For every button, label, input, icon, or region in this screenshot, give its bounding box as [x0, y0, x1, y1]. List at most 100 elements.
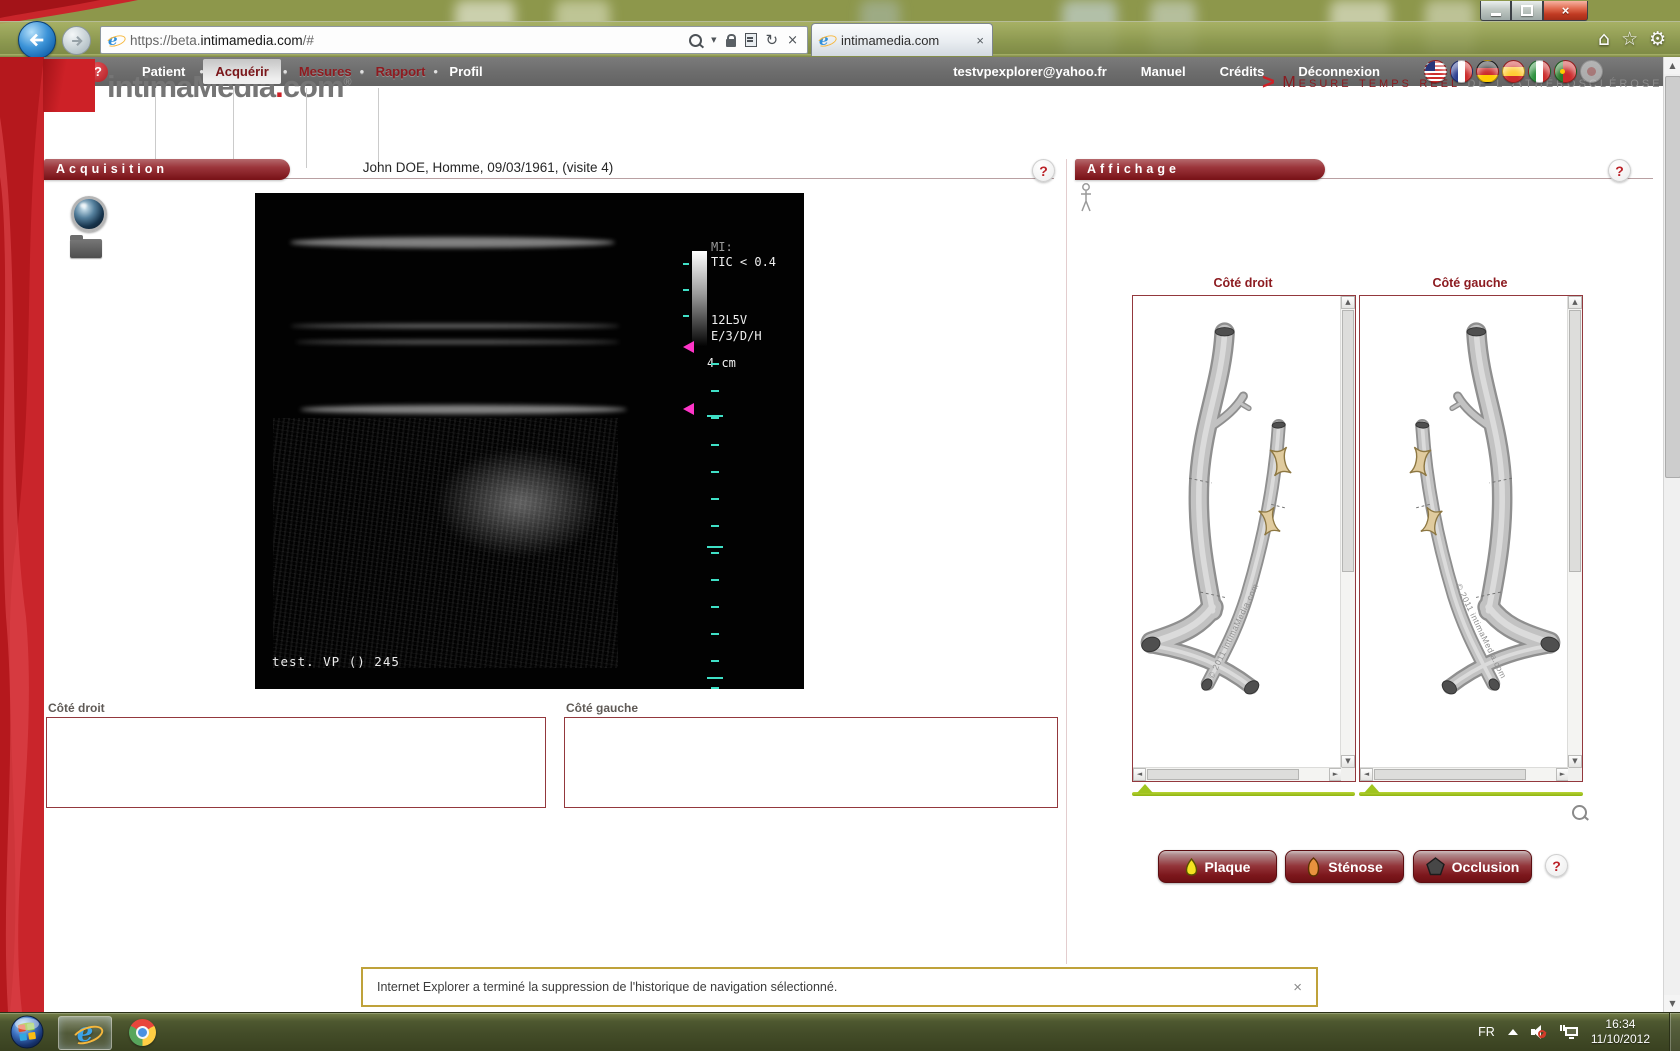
nav-item-acquerir[interactable]: Acquérir [203, 59, 280, 84]
zoom-slider-right[interactable] [1132, 792, 1355, 796]
nav-link-credits[interactable]: Crédits [1220, 64, 1265, 79]
patient-info: John DOE, Homme, 09/03/1961, (visite 4) [358, 160, 618, 175]
browser-forward-button[interactable] [62, 26, 91, 55]
window-minimize-button[interactable] [1480, 1, 1511, 21]
search-icon[interactable] [689, 34, 702, 47]
nav-separator [378, 88, 379, 168]
occlusion-button[interactable]: Occlusion [1413, 850, 1532, 883]
refresh-icon[interactable]: ↻ [766, 31, 779, 49]
tray-expand-icon[interactable] [1508, 1029, 1518, 1035]
close-icon: × [1562, 3, 1570, 18]
nav-item-patient[interactable]: Patient [130, 59, 197, 84]
cote-gauche-list[interactable] [564, 717, 1058, 808]
url-text[interactable]: https://beta.intimamedia.com/# [130, 33, 689, 48]
speaker-muted-icon[interactable] [1531, 1025, 1547, 1039]
forward-arrow-icon [70, 34, 84, 48]
stenose-button[interactable]: Sténose [1285, 850, 1404, 883]
scrollbar-thumb[interactable] [1374, 769, 1526, 780]
nav-item-mesures[interactable]: Mesures [287, 59, 364, 84]
home-icon[interactable]: ⌂ [1598, 28, 1610, 50]
scrollbar-thumb[interactable] [1569, 310, 1581, 572]
scroll-up-icon[interactable]: ▲ [1341, 296, 1355, 309]
taskbar-chrome-button[interactable] [116, 1016, 168, 1048]
flag-de-icon[interactable] [1476, 60, 1499, 83]
flag-it-icon[interactable] [1528, 60, 1551, 83]
taskbar-clock[interactable]: 16:34 11/10/2012 [1591, 1017, 1650, 1047]
diagram-horizontal-scrollbar[interactable]: ◄ ► [1360, 767, 1569, 781]
minimize-icon [1491, 13, 1501, 16]
bar-tick [683, 315, 689, 317]
lesion-help-button[interactable]: ? [1545, 854, 1568, 877]
slider-handle-icon[interactable] [1137, 784, 1153, 793]
cote-gauche-label: Côté gauche [566, 701, 638, 715]
cote-droit-list[interactable] [46, 717, 546, 808]
diagram-horizontal-scrollbar[interactable]: ◄ ► [1133, 767, 1342, 781]
search-caret-icon[interactable]: ▼ [711, 36, 716, 44]
zoom-magnifier-icon[interactable] [1572, 805, 1587, 820]
scroll-down-icon[interactable]: ▼ [1341, 755, 1355, 768]
address-bar[interactable]: e https://beta.intimamedia.com/# ▼ ↻ × [100, 26, 808, 54]
scroll-down-icon[interactable]: ▼ [1568, 755, 1582, 768]
carotid-tree-icon [1370, 304, 1566, 744]
stop-icon[interactable]: × [787, 33, 798, 48]
nav-item-rapport[interactable]: Rapport [364, 59, 438, 84]
notification-close-icon[interactable]: × [1279, 979, 1316, 996]
compatibility-view-icon[interactable] [745, 33, 757, 47]
browser-tab[interactable]: e intimamedia.com × [811, 23, 993, 56]
flag-fr-icon[interactable] [1450, 60, 1473, 83]
window-close-button[interactable]: × [1543, 1, 1588, 21]
acquisition-panel-title: Acquisition [44, 159, 290, 180]
browser-back-button[interactable] [18, 21, 56, 59]
cote-droit-label: Côté droit [48, 701, 105, 715]
scroll-down-icon[interactable]: ▼ [1664, 995, 1680, 1012]
scrollbar-thumb[interactable] [1342, 310, 1354, 572]
language-indicator[interactable]: FR [1478, 1025, 1495, 1039]
window-controls: × [1480, 1, 1588, 21]
plaque-button[interactable]: Plaque [1158, 850, 1277, 883]
carotid-diagram-right-side[interactable]: © 2011 intimaMedia.com ▲ ▼ ◄ ► [1132, 295, 1356, 782]
favorites-star-icon[interactable]: ☆ [1621, 28, 1638, 50]
scrollbar-thumb[interactable] [1147, 769, 1299, 780]
scroll-left-icon[interactable]: ◄ [1360, 768, 1373, 781]
scroll-left-icon[interactable]: ◄ [1133, 768, 1146, 781]
zoom-slider-left[interactable] [1359, 792, 1583, 796]
stenose-icon [1306, 857, 1321, 877]
ie-favicon: e [108, 32, 124, 48]
flag-pt-icon[interactable] [1554, 60, 1577, 83]
taskbar-ie-button[interactable]: e [58, 1016, 112, 1050]
account-email[interactable]: testvpexplorer@yahoo.fr [953, 64, 1107, 79]
scroll-up-icon[interactable]: ▲ [1664, 57, 1680, 74]
tab-title: intimamedia.com [841, 33, 968, 48]
window-restore-button[interactable] [1511, 1, 1543, 21]
tab-favicon-icon: e [819, 32, 835, 48]
nav-link-manuel[interactable]: Manuel [1141, 64, 1186, 79]
folder-open-icon[interactable] [70, 239, 102, 258]
taskbar: e FR 16:34 11/10/2012 [0, 1012, 1680, 1051]
diagram-vertical-scrollbar[interactable]: ▲ ▼ [1340, 296, 1355, 768]
show-desktop-button[interactable] [1669, 1013, 1680, 1051]
settings-gear-icon[interactable]: ⚙ [1649, 28, 1666, 50]
network-icon[interactable] [1560, 1025, 1578, 1040]
diagram-vertical-scrollbar[interactable]: ▲ ▼ [1567, 296, 1582, 768]
acquisition-help-button[interactable]: ? [1032, 159, 1055, 182]
start-button[interactable] [10, 1015, 44, 1049]
ultrasound-image[interactable]: MI: TIC < 0.4 12L5V E/3/D/H 4 cm test. V… [255, 193, 804, 689]
scrollbar-corner [1568, 768, 1582, 781]
ultrasound-band [295, 340, 620, 344]
carotid-diagram-left-side[interactable]: © 2011 intimaMedia.com ▲ ▼ ◄ ► [1359, 295, 1583, 782]
scrollbar-thumb[interactable] [1665, 76, 1680, 478]
tab-close-icon[interactable]: × [968, 33, 992, 48]
notification-message: Internet Explorer a terminé la suppressi… [363, 980, 1279, 994]
scroll-up-icon[interactable]: ▲ [1568, 296, 1582, 309]
flag-es-icon[interactable] [1502, 60, 1525, 83]
flag-us-icon[interactable] [1424, 60, 1447, 83]
camera-capture-icon[interactable] [71, 196, 107, 232]
ultrasound-echo-blob [435, 448, 605, 558]
browser-scrollbar[interactable]: ▲ ▼ [1663, 57, 1680, 1012]
security-lock-icon[interactable] [726, 39, 736, 47]
slider-handle-icon[interactable] [1364, 784, 1380, 793]
nav-item-profil[interactable]: Profil [437, 59, 494, 84]
clock-date: 11/10/2012 [1591, 1032, 1650, 1047]
affichage-help-button[interactable]: ? [1608, 159, 1631, 182]
clock-time: 16:34 [1591, 1017, 1650, 1032]
